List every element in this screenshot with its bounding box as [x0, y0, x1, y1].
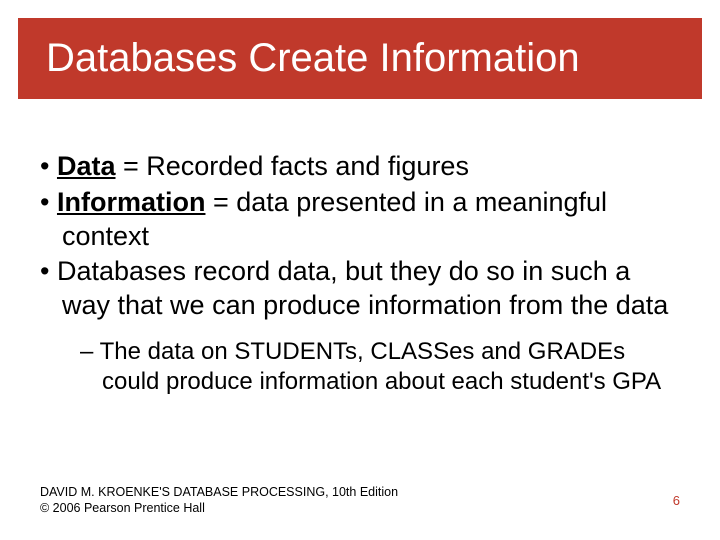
sub-bullet-1: The data on STUDENTs, CLASSes and GRADEs…	[80, 337, 680, 397]
bullet-1: Data = Recorded facts and figures	[40, 150, 680, 184]
slide: Databases Create Information Data = Reco…	[0, 0, 720, 540]
bullet-list: Data = Recorded facts and figures Inform…	[40, 150, 680, 323]
title-bar: Databases Create Information	[18, 18, 702, 99]
slide-title: Databases Create Information	[46, 36, 674, 81]
bullet-2: Information = data presented in a meanin…	[40, 186, 680, 254]
bullet-1-term: Data	[57, 151, 116, 181]
slide-body: Data = Recorded facts and figures Inform…	[40, 150, 680, 397]
footer-line2: © 2006 Pearson Prentice Hall	[40, 500, 398, 516]
title-block: Databases Create Information	[18, 18, 702, 99]
footer-line1: DAVID M. KROENKE'S DATABASE PROCESSING, …	[40, 484, 398, 500]
footer: DAVID M. KROENKE'S DATABASE PROCESSING, …	[40, 484, 398, 517]
bullet-1-rest: = Recorded facts and figures	[116, 151, 469, 181]
bullet-3: Databases record data, but they do so in…	[40, 255, 680, 323]
page-number: 6	[673, 493, 680, 508]
sub-bullet-list: The data on STUDENTs, CLASSes and GRADEs…	[40, 337, 680, 397]
bullet-2-term: Information	[57, 187, 206, 217]
